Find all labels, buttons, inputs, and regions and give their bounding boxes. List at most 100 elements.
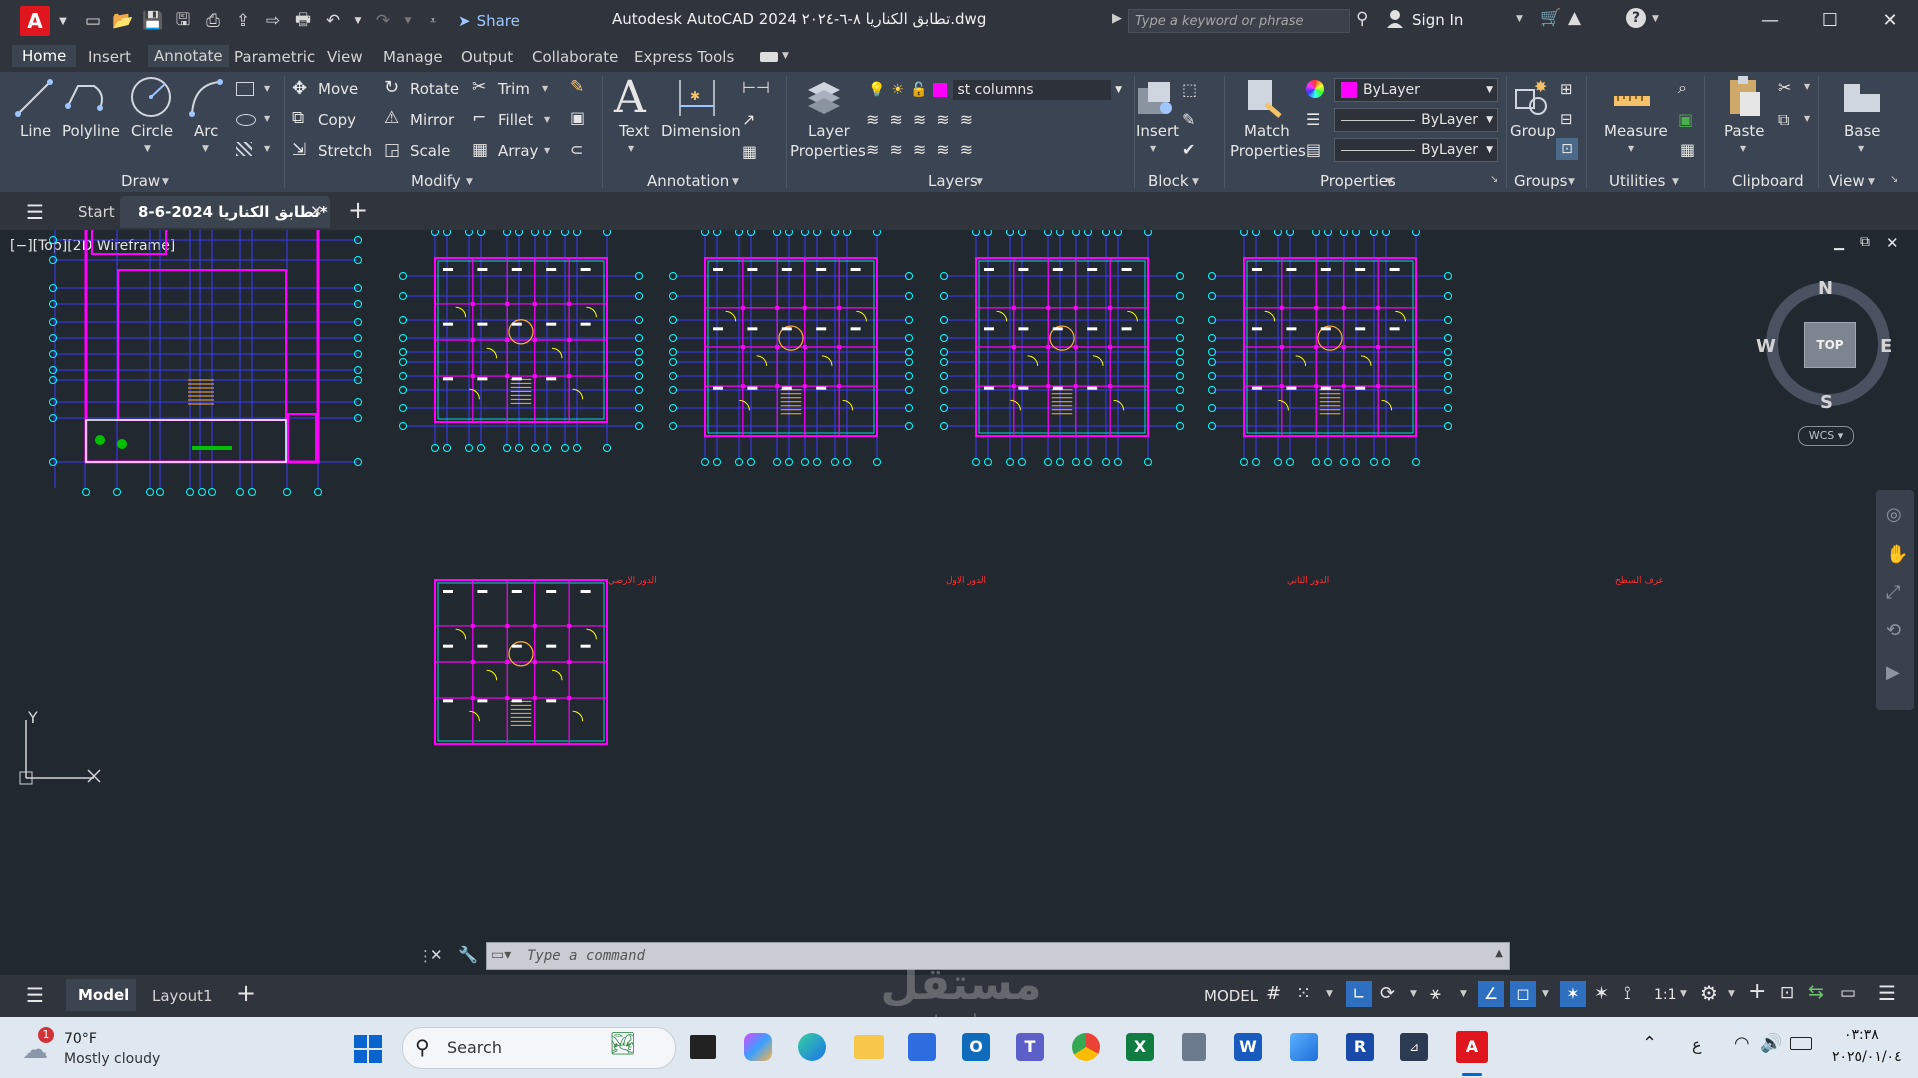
print-icon[interactable]: 🖶 [292,10,314,32]
second-floor-plan-text-mark[interactable] [1018,268,1029,271]
autocad-taskbar-icon[interactable]: A [1456,1031,1488,1063]
second-floor-plan-column[interactable] [1011,384,1016,389]
typical-floor-plan-text-mark[interactable] [443,590,453,593]
typical-floor-plan-column[interactable] [470,623,475,628]
properties-panel-title[interactable]: Properties [1320,172,1396,190]
zoom-extents-icon[interactable]: ⤢ [1886,582,1900,603]
viewcube-south[interactable]: S [1820,392,1833,413]
site-grid-bubble[interactable] [198,488,206,496]
typical-floor-plan-column[interactable] [470,696,475,701]
first-floor-plan-text-mark[interactable] [747,386,758,390]
first-floor-plan-text-mark[interactable] [850,327,861,331]
save-as-icon[interactable]: 🖫 [172,10,194,32]
system-tray-chevron-icon[interactable]: ⌃ [1642,1033,1657,1054]
linear-dim-icon[interactable]: ⊢⊣ [742,78,770,97]
tab-home[interactable]: Home [12,45,77,67]
ground-floor-plan-door-swing[interactable] [572,388,584,400]
word-icon[interactable]: W [1234,1033,1262,1061]
second-floor-plan-text-mark[interactable] [1121,268,1132,271]
autocad-logo-icon[interactable]: A [20,6,50,36]
first-floor-plan-column[interactable] [775,305,780,310]
share-button[interactable]: ➤ Share [458,12,520,30]
scale-button[interactable]: Scale [410,142,450,160]
edit-attributes-icon[interactable]: ✔ [1182,140,1195,159]
measure-icon[interactable] [1612,82,1652,112]
first-floor-plan-text-mark[interactable] [850,268,861,271]
drawing-area[interactable]: [−][Top][2D Wireframe] ▁ ⧉ ✕ الدور الارض… [0,230,1918,975]
text-icon[interactable]: A [614,72,646,123]
quick-properties-icon[interactable]: ⇆ [1808,981,1824,1003]
paste-dropdown-icon[interactable]: ▼ [1740,144,1746,153]
typical-floor-plan-text-mark[interactable] [511,644,522,648]
ground-floor-plan-column[interactable] [567,374,572,379]
site-grid-bubble[interactable] [156,488,164,496]
teams-icon[interactable]: T [1016,1033,1044,1061]
groups-panel-dropdown-icon[interactable]: ▼ [1568,177,1575,187]
second-floor-plan-column[interactable] [1046,345,1051,349]
clipboard-panel-title[interactable]: Clipboard [1732,172,1804,190]
typical-floor-plan-text-mark[interactable] [546,699,557,703]
copy-button[interactable]: Copy [318,111,356,129]
viewcube-east[interactable]: E [1880,336,1892,357]
layers-panel-title[interactable]: Layers [928,172,978,190]
first-floor-plan-text-mark[interactable] [713,327,723,331]
hatch-dropdown-icon[interactable]: ▼ [264,144,270,153]
new-file-icon[interactable]: ▭ [82,10,104,32]
modify-panel-dropdown-icon[interactable]: ▼ [466,177,473,187]
ribbon-toggle-icon[interactable] [760,52,778,62]
line-icon[interactable] [14,76,54,120]
polar-dropdown-icon[interactable]: ▼ [1410,989,1417,999]
autocad-alt-icon[interactable]: ⊿ [1400,1033,1428,1061]
typical-floor-plan-text-mark[interactable] [546,644,557,648]
ground-floor-plan-text-mark[interactable] [546,268,557,271]
color-dropdown[interactable]: ByLayer ▼ [1334,78,1498,102]
ungroup-icon[interactable]: ⊞ [1560,80,1573,98]
erase-icon[interactable]: ✎ [570,77,584,97]
calculator-icon[interactable]: ▦ [1680,140,1695,159]
workspace-dropdown-icon[interactable]: ▼ [1728,989,1735,999]
ground-floor-plan-column[interactable] [505,301,510,306]
group-icon[interactable]: ✸ [1512,76,1552,120]
roof-plan-door-swing[interactable] [1381,399,1393,411]
second-floor-plan-text-mark[interactable] [1018,327,1029,331]
roof-plan-column[interactable] [1314,345,1319,349]
roof-plan-text-mark[interactable] [1320,386,1331,390]
battery-icon[interactable] [1790,1037,1812,1050]
customization-menu-icon[interactable]: ☰ [1878,981,1896,1005]
ground-floor-plan-column[interactable] [470,338,475,342]
annotation-scale-icon[interactable]: ⟟ [1624,983,1631,1004]
viewcube-west[interactable]: W [1756,336,1776,357]
first-floor-plan-column[interactable] [837,384,842,389]
ground-floor-plan-text-mark[interactable] [443,322,453,326]
first-floor-plan-column[interactable] [802,384,807,389]
view-panel-title[interactable]: View [1829,172,1865,190]
isolate-objects-icon[interactable]: ▭ [1840,983,1856,1003]
site-label-mark[interactable] [192,446,232,450]
match-properties-label-2[interactable]: Properties [1230,142,1306,160]
properties-launcher-icon[interactable]: ↘ [1490,174,1498,185]
utilities-panel-dropdown-icon[interactable]: ▼ [1672,177,1679,187]
typical-floor-plan-door-swing[interactable] [551,669,563,681]
typical-floor-plan-column[interactable] [567,660,572,664]
measure-dropdown-icon[interactable]: ▼ [1628,144,1634,153]
signin-dropdown-icon[interactable]: ▼ [1516,14,1523,24]
ground-floor-plan-column[interactable] [470,301,475,306]
roof-plan-text-mark[interactable] [1320,327,1331,331]
start-button[interactable] [354,1035,382,1063]
ground-floor-plan-column[interactable] [532,301,537,306]
roof-plan-text-mark[interactable] [1286,327,1297,331]
hamburger-menu-icon[interactable]: ☰ [26,200,44,224]
publish-icon[interactable]: ⇪ [232,10,254,32]
polar-icon[interactable]: ⟳ [1380,983,1395,1004]
second-floor-plan-column[interactable] [1046,305,1051,310]
workspace-gear-icon[interactable]: ⚙ [1700,981,1718,1005]
first-floor-plan-column[interactable] [837,345,842,349]
typical-floor-plan-door-swing[interactable] [586,628,597,640]
site-grid-bubble[interactable] [283,488,291,496]
linetype-dropdown[interactable]: ByLayer ▼ [1334,108,1498,132]
second-floor-plan-column[interactable] [1073,384,1078,389]
annotation-scale-value[interactable]: 1:1 [1654,987,1677,1003]
revit-icon[interactable]: R [1346,1033,1374,1061]
object-snap-dropdown-icon[interactable]: ▼ [1542,989,1549,999]
ground-floor-plan-text-mark[interactable] [580,268,591,271]
